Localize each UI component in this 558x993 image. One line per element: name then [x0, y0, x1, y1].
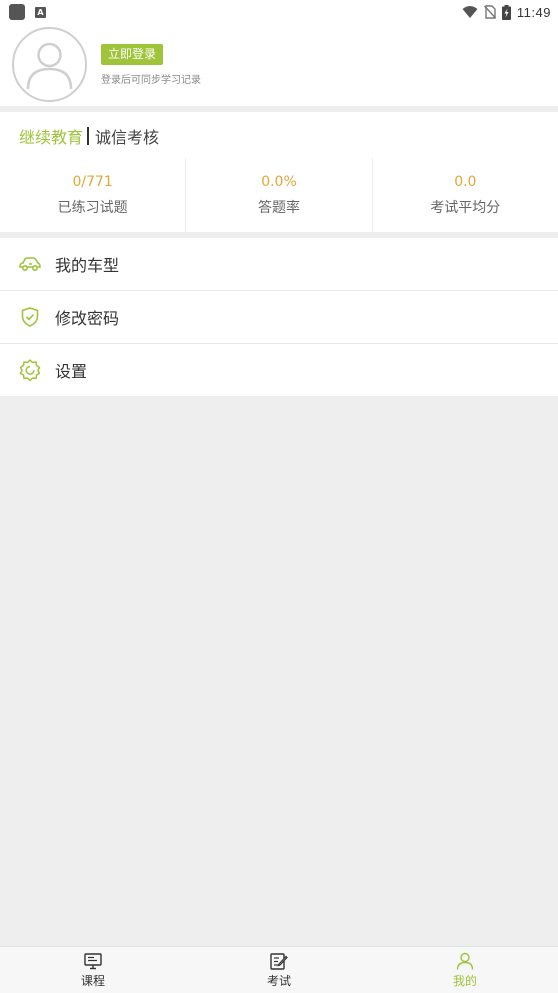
menu-item-settings[interactable]: 设置: [0, 344, 558, 396]
person-icon: [455, 952, 475, 970]
a-notification-icon: A: [35, 6, 46, 18]
stat-practiced: 0/771 已练习试题: [0, 158, 187, 232]
menu-item-label: 修改密码: [55, 309, 120, 328]
stats-panel: 继续教育 诚信考核 0/771 已练习试题 0.0% 答题率 0.0 考试平均分: [0, 112, 558, 232]
screen: A 11:49 立即登录 登录后可同步学习记录 继续教育 诚信考核 0/771 …: [0, 0, 558, 993]
no-sim-icon: [483, 5, 496, 19]
car-icon: [18, 252, 42, 276]
menu-item-label: 设置: [55, 362, 88, 381]
default-avatar-icon: [26, 42, 73, 90]
clock: 11:49: [516, 4, 551, 20]
stat-value: 0/771: [72, 174, 113, 190]
menu-item-label: 我的车型: [55, 256, 120, 275]
settings-menu: 我的车型 修改密码 设置: [0, 238, 558, 396]
stat-average-score: 0.0 考试平均分: [373, 158, 558, 232]
nav-label: 考试: [266, 974, 291, 988]
menu-item-my-car-type[interactable]: 我的车型: [0, 238, 558, 291]
nav-tab-exam[interactable]: 考试: [186, 947, 372, 993]
stats-title-secondary[interactable]: 诚信考核: [95, 124, 159, 148]
battery-charging-icon: [501, 4, 511, 20]
stat-value: 0.0%: [261, 174, 297, 190]
stat-value: 0.0: [454, 174, 477, 190]
gear-icon: [18, 358, 42, 382]
app-notification-icon: [9, 4, 25, 20]
menu-item-change-password[interactable]: 修改密码: [0, 291, 558, 344]
edit-paper-icon: [269, 952, 289, 970]
stats-row: 0/771 已练习试题 0.0% 答题率 0.0 考试平均分: [0, 158, 558, 232]
stat-label: 答题率: [257, 200, 300, 216]
monitor-icon: [83, 952, 103, 970]
avatar[interactable]: [12, 27, 87, 102]
shield-check-icon: [18, 305, 42, 329]
stat-label: 考试平均分: [430, 200, 501, 216]
stats-title-primary[interactable]: 继续教育: [19, 124, 83, 148]
title-divider: [87, 127, 90, 145]
profile-header: 立即登录 登录后可同步学习记录: [0, 24, 558, 106]
stat-answer-rate: 0.0% 答题率: [186, 158, 373, 232]
status-bar: A 11:49: [0, 0, 558, 24]
login-button[interactable]: 立即登录: [101, 44, 164, 65]
nav-label: 课程: [80, 974, 105, 988]
nav-label: 我的: [452, 974, 477, 988]
nav-tab-mine[interactable]: 我的: [372, 947, 558, 993]
wifi-icon: [462, 6, 478, 18]
stats-title: 继续教育 诚信考核: [19, 124, 159, 148]
nav-tab-course[interactable]: 课程: [0, 947, 186, 993]
bottom-nav: 课程 考试 我的: [0, 946, 558, 993]
login-hint: 登录后可同步学习记录: [101, 75, 201, 86]
stat-label: 已练习试题: [57, 200, 128, 216]
